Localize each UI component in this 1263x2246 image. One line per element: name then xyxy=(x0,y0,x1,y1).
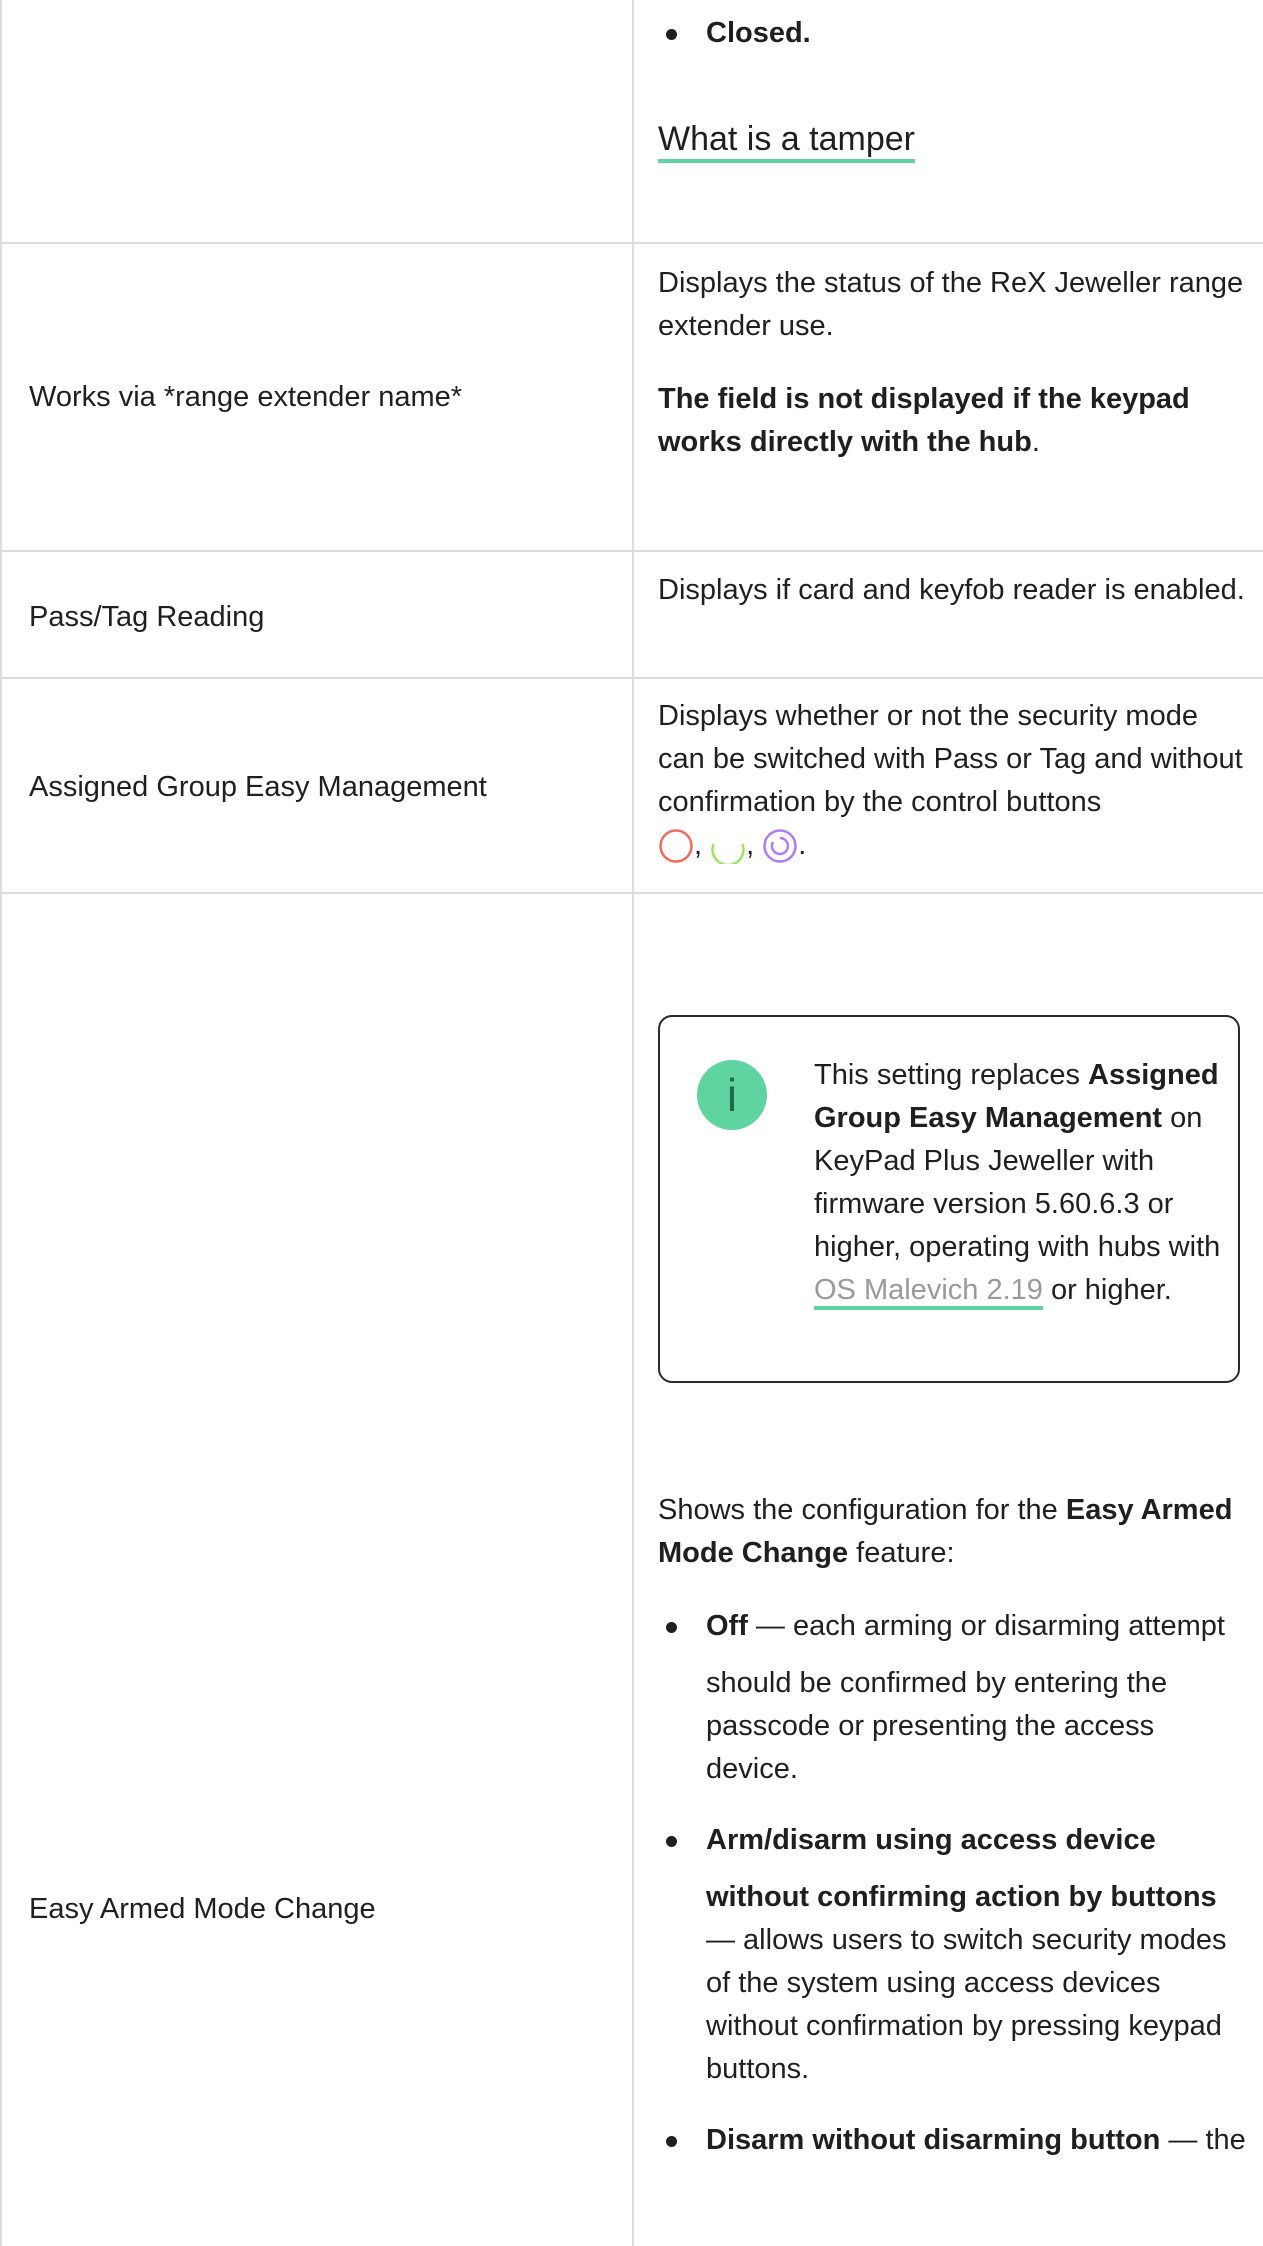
table-left-border xyxy=(0,0,2,2246)
row-divider xyxy=(0,892,1263,894)
what-is-tamper-link[interactable]: What is a tamper xyxy=(658,120,915,163)
range-extender-note-bold: The field is not displayed if the keypad… xyxy=(658,383,1190,458)
tamper-status-cell: Closed. What is a tamper xyxy=(658,12,1246,163)
row-divider xyxy=(0,242,1263,244)
arm-button-icon xyxy=(659,829,693,864)
range-extender-note-end: . xyxy=(1031,426,1040,458)
easy-armed-options: Off — each arming or disarming attempt s… xyxy=(658,1605,1246,2162)
range-extender-desc-cell: Displays the status of the ReX Jeweller … xyxy=(658,262,1246,464)
easy-armed-desc-cell: Shows the configuration for the Easy Arm… xyxy=(658,1489,1246,2162)
easy-armed-intro: Shows the configuration for the Easy Arm… xyxy=(658,1494,1233,1569)
os-malevich-link[interactable]: OS Malevich 2.19 xyxy=(814,1274,1043,1310)
tamper-status-list: Closed. xyxy=(658,12,1246,55)
info-callout: i This setting replaces Assigned Group E… xyxy=(658,1015,1240,1383)
assigned-group-desc: Displays whether or not the security mod… xyxy=(658,700,1243,818)
assigned-group-desc-cell: Displays whether or not the security mod… xyxy=(658,695,1246,867)
range-extender-desc: Displays the status of the ReX Jeweller … xyxy=(658,267,1244,342)
night-mode-button-icon xyxy=(763,829,797,864)
row-divider xyxy=(0,550,1263,552)
control-buttons-icons: , , . xyxy=(658,824,1246,867)
list-item: Off — each arming or disarming attempt s… xyxy=(658,1605,1246,1791)
range-extender-label: Works via *range extender name* xyxy=(29,381,463,413)
pass-tag-label: Pass/Tag Reading xyxy=(29,601,265,633)
list-item: Closed. xyxy=(658,12,1246,55)
info-icon: i xyxy=(697,1060,767,1130)
assigned-group-label: Assigned Group Easy Management xyxy=(29,771,487,803)
info-callout-text: This setting replaces Assigned Group Eas… xyxy=(814,1054,1224,1312)
table-column-divider xyxy=(632,0,634,2246)
disarm-button-icon xyxy=(711,843,745,865)
row-divider xyxy=(0,677,1263,679)
list-item: Arm/disarm using access device without c… xyxy=(658,1819,1246,2091)
list-item: Disarm without disarming button — the xyxy=(658,2119,1246,2162)
pass-tag-desc: Displays if card and keyfob reader is en… xyxy=(658,574,1245,606)
easy-armed-label: Easy Armed Mode Change xyxy=(29,1893,376,1925)
range-extender-note: The field is not displayed if the keypad… xyxy=(658,378,1246,464)
